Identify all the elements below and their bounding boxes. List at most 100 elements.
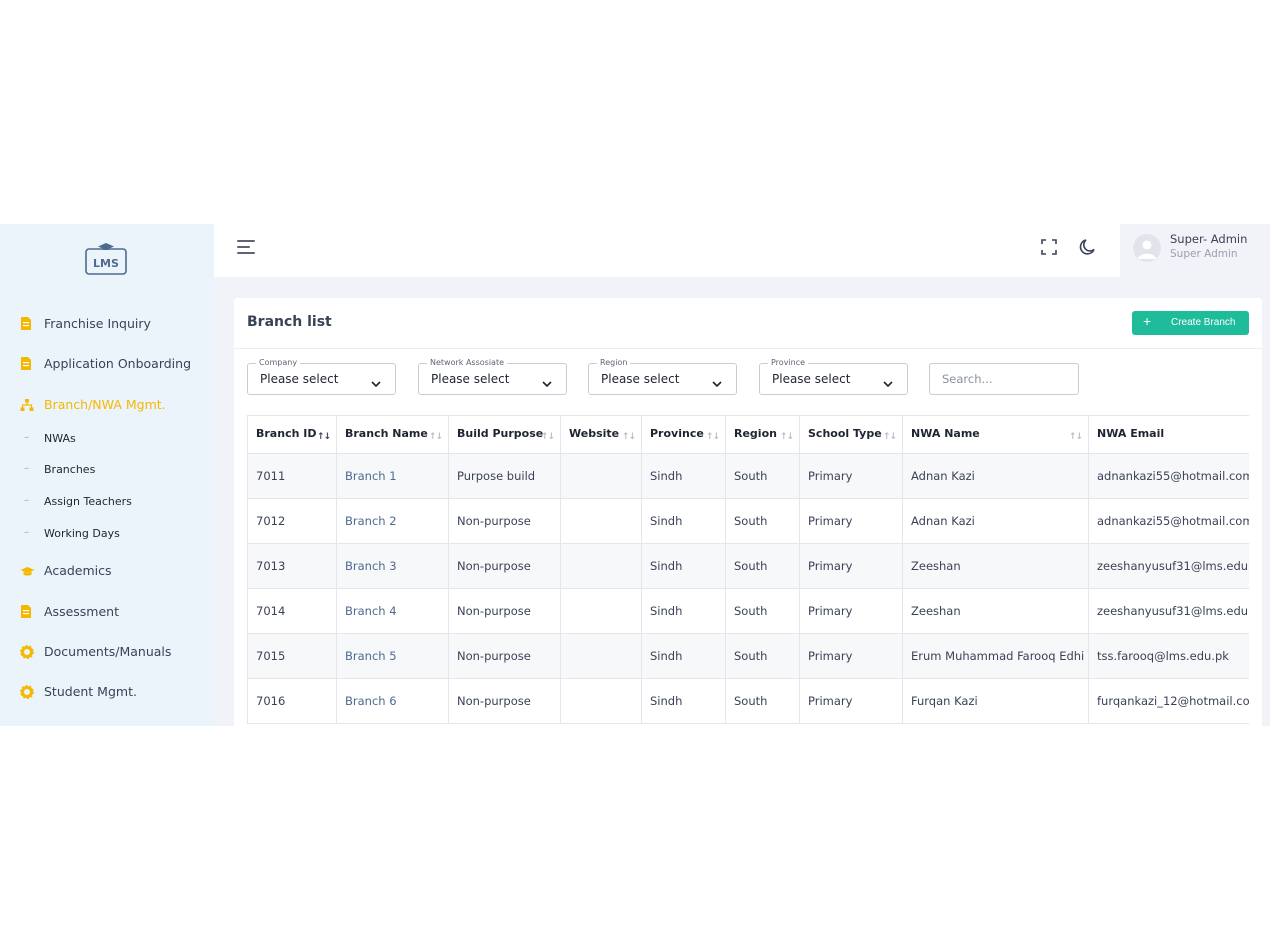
file-icon xyxy=(20,356,34,372)
sidebar-item-label: Assessment xyxy=(44,604,119,619)
fullscreen-icon[interactable] xyxy=(1041,239,1057,255)
filter-legend: Company xyxy=(256,358,301,367)
sidebar-item-assessment[interactable]: Assessment xyxy=(0,598,214,626)
table-cell: Non-purpose xyxy=(448,498,561,544)
column-header-branch-name[interactable]: Branch Name ↑↓ xyxy=(336,415,449,454)
table-cell: furqankazi_12@hotmail.com xyxy=(1088,678,1249,724)
sort-icon[interactable]: ↑↓ xyxy=(622,432,636,442)
province-select[interactable]: Province Please select xyxy=(759,358,908,395)
table-cell[interactable]: Branch 3 xyxy=(336,543,449,589)
table-cell: Sindh xyxy=(641,498,726,544)
sidebar-subitem-branches[interactable]: – Branches xyxy=(0,459,214,481)
branch-table-container[interactable]: Branch ID ↑↓ Branch Name ↑↓ Build Purpose ↑… xyxy=(247,415,1249,726)
column-header-school-type[interactable]: School Type ↑↓ xyxy=(799,415,903,454)
table-cell: adnankazi55@hotmail.com xyxy=(1088,498,1249,544)
table-cell[interactable]: Branch 4 xyxy=(336,588,449,634)
sidebar-subitem-working-days[interactable]: – Working Days xyxy=(0,523,214,545)
column-header-build-purpose[interactable]: Build Purpose ↑↓ xyxy=(448,415,561,454)
create-branch-label: Create Branch xyxy=(1171,317,1236,328)
column-header-website[interactable]: Website ↑↓ xyxy=(560,415,642,454)
region-select[interactable]: Region Please select xyxy=(588,358,737,395)
sort-icon[interactable]: ↑↓ xyxy=(780,432,794,442)
create-branch-button[interactable]: + Create Branch xyxy=(1132,311,1249,335)
chevron-down-icon xyxy=(370,374,382,388)
table-cell[interactable]: Branch 6 xyxy=(336,678,449,724)
svg-text:LMS: LMS xyxy=(93,257,119,270)
sidebar-item-student-mgmt[interactable]: Student Mgmt. xyxy=(0,678,214,706)
table-cell xyxy=(560,588,642,634)
sidebar-item-documents-manuals[interactable]: Documents/Manuals xyxy=(0,638,214,666)
sort-icon[interactable]: ↑↓ xyxy=(317,432,331,442)
sort-icon[interactable]: ↑↓ xyxy=(706,432,720,442)
table-cell: Sindh xyxy=(641,588,726,634)
sidebar-subitem-assign-teachers[interactable]: – Assign Teachers xyxy=(0,491,214,513)
table-row[interactable]: 7013 Branch 3 Non-purpose Sindh South Primary… xyxy=(247,543,1249,589)
table-row[interactable]: 7016 Branch 6 Non-purpose Sindh South Primary… xyxy=(247,678,1249,724)
column-header-region[interactable]: Region ↑↓ xyxy=(725,415,800,454)
table-cell xyxy=(560,678,642,724)
chevron-down-icon xyxy=(541,374,553,388)
column-header-province[interactable]: Province ↑↓ xyxy=(641,415,726,454)
filter-legend: Region xyxy=(597,358,631,367)
gear-icon xyxy=(19,684,35,700)
sidebar-item-branch-nwa-mgmt[interactable]: Branch/NWA Mgmt. xyxy=(0,391,214,419)
filter-legend: Network Assosiate xyxy=(427,358,507,367)
page-title: Branch list xyxy=(247,314,332,330)
graduation-cap-icon xyxy=(20,563,35,579)
sidebar-item-label: Branch/NWA Mgmt. xyxy=(44,397,166,412)
user-name: Super- Admin xyxy=(1170,232,1248,246)
column-header-branch-id[interactable]: Branch ID ↑↓ xyxy=(247,415,337,454)
sidebar-subitem-label: NWAs xyxy=(44,432,76,445)
table-cell[interactable]: Branch 1 xyxy=(336,453,449,499)
table-row[interactable]: 7014 Branch 4 Non-purpose Sindh South Primary… xyxy=(247,588,1249,634)
filter-value: Please select xyxy=(431,372,510,386)
table-cell: tss.farooq@lms.edu.pk xyxy=(1088,633,1249,679)
table-cell: 7012 xyxy=(247,498,337,544)
sidebar-subitem-label: Working Days xyxy=(44,527,120,540)
table-cell: Zeeshan xyxy=(902,543,1089,589)
sidebar-subitem-nwas[interactable]: – NWAs xyxy=(0,428,214,450)
filter-value: Please select xyxy=(601,372,680,386)
chevron-down-icon xyxy=(711,374,723,388)
sidebar-item-academics[interactable]: Academics xyxy=(0,557,214,585)
sort-icon[interactable]: ↑↓ xyxy=(1069,432,1083,442)
table-cell xyxy=(560,633,642,679)
table-cell: Primary xyxy=(799,678,903,724)
lms-logo[interactable]: LMS xyxy=(84,242,128,276)
table-cell: 7015 xyxy=(247,633,337,679)
sidebar-item-application-onboarding[interactable]: Application Onboarding xyxy=(0,350,214,378)
table-cell xyxy=(560,453,642,499)
column-header-nwa-name[interactable]: NWA Name ↑↓ xyxy=(902,415,1089,454)
table-cell: Primary xyxy=(799,453,903,499)
filter-value: Please select xyxy=(772,372,851,386)
network-associate-select[interactable]: Network Assosiate Please select xyxy=(418,358,567,395)
table-cell: Sindh xyxy=(641,633,726,679)
sidebar-item-label: Documents/Manuals xyxy=(44,644,172,659)
sort-icon[interactable]: ↑↓ xyxy=(883,432,897,442)
sidebar-item-label: Student Mgmt. xyxy=(44,684,137,699)
table-cell[interactable]: Branch 5 xyxy=(336,633,449,679)
table-body: 7011 Branch 1 Purpose build Sindh South Prima… xyxy=(247,453,1249,724)
file-icon xyxy=(20,604,34,620)
chevron-down-icon xyxy=(882,374,894,388)
table-cell[interactable]: Branch 2 xyxy=(336,498,449,544)
table-row[interactable]: 7012 Branch 2 Non-purpose Sindh South Primary… xyxy=(247,498,1249,544)
table-row[interactable]: 7015 Branch 5 Non-purpose Sindh South Primary… xyxy=(247,633,1249,679)
dark-mode-toggle-icon[interactable] xyxy=(1078,237,1098,257)
user-menu[interactable]: Super- Admin Super Admin xyxy=(1120,224,1262,277)
table-cell: Purpose build xyxy=(448,453,561,499)
column-header-nwa-email[interactable]: NWA Email xyxy=(1088,415,1249,454)
sort-icon[interactable]: ↑↓ xyxy=(429,432,443,442)
search-input[interactable] xyxy=(929,363,1079,395)
table-header-row: Branch ID ↑↓ Branch Name ↑↓ Build Purpose ↑… xyxy=(247,415,1249,454)
table-row[interactable]: 7011 Branch 1 Purpose build Sindh South Prima… xyxy=(247,453,1249,499)
table-cell: 7014 xyxy=(247,588,337,634)
sidebar-item-label: Franchise Inquiry xyxy=(44,316,151,331)
table-cell: Primary xyxy=(799,543,903,589)
sidebar-item-label: Academics xyxy=(44,563,112,578)
menu-toggle-icon[interactable] xyxy=(237,240,257,256)
company-select[interactable]: Company Please select xyxy=(247,358,396,395)
sort-icon[interactable]: ↑↓ xyxy=(541,432,555,442)
avatar xyxy=(1133,234,1161,262)
sidebar-item-franchise-inquiry[interactable]: Franchise Inquiry xyxy=(0,310,214,338)
